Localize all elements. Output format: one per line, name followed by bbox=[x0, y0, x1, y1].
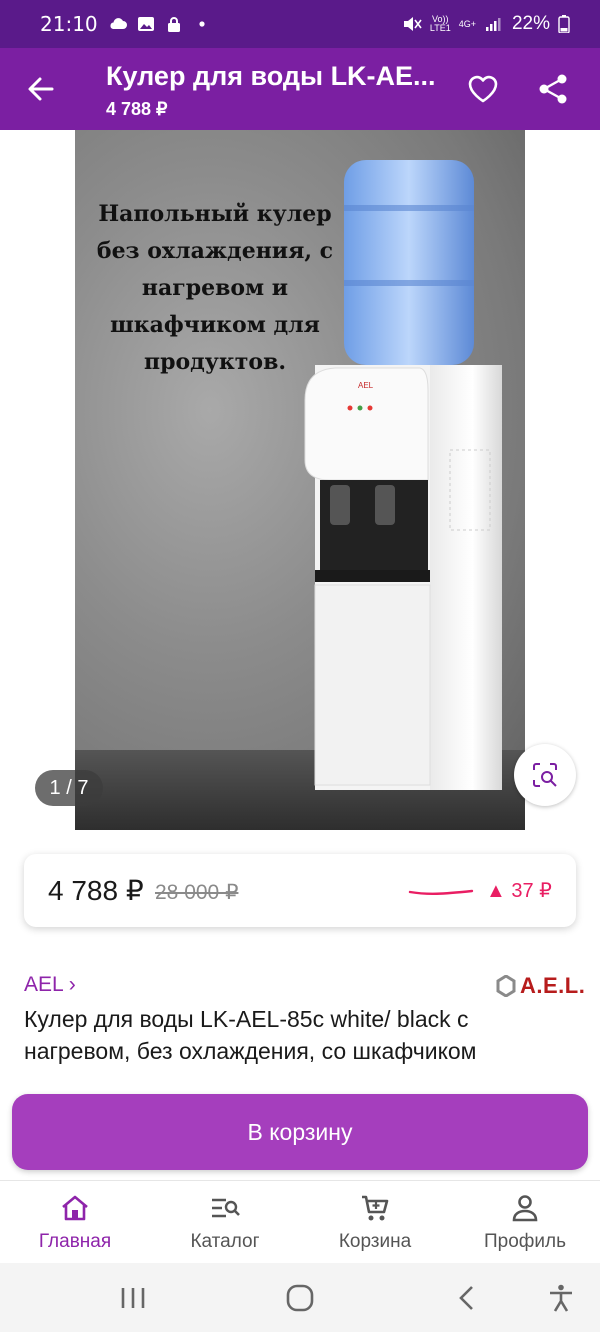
photo-brand-label: AEL bbox=[358, 381, 374, 390]
recent-apps-icon[interactable] bbox=[116, 1283, 150, 1313]
heart-icon[interactable] bbox=[466, 72, 500, 106]
image-icon bbox=[137, 17, 154, 31]
profile-icon bbox=[512, 1195, 538, 1222]
header-price: 4 788 ₽ bbox=[106, 99, 168, 119]
dot-icon bbox=[199, 21, 205, 27]
signal-icon bbox=[485, 18, 501, 31]
price-trend-sparkline bbox=[408, 889, 474, 895]
system-navigation-bar bbox=[0, 1263, 600, 1332]
catalog-search-icon bbox=[212, 1198, 240, 1218]
nav-item-cart[interactable]: Корзина bbox=[300, 1181, 450, 1263]
nav-item-profile[interactable]: Профиль bbox=[450, 1181, 600, 1263]
status-notification-icons bbox=[108, 16, 212, 32]
nav-label-home: Главная bbox=[38, 1231, 112, 1252]
page-title: Кулер для воды LK-AE... bbox=[106, 61, 436, 91]
lte-label: LTE1 bbox=[429, 23, 451, 33]
add-to-cart-button[interactable]: В корзину bbox=[12, 1094, 588, 1170]
home-button-icon[interactable] bbox=[283, 1283, 317, 1313]
brand-logo[interactable]: A.E.L. bbox=[496, 973, 585, 999]
price-change-badge: ▲ 37 ₽ bbox=[486, 880, 552, 902]
brand-logo-hex-icon bbox=[496, 975, 516, 997]
mute-icon bbox=[403, 17, 422, 31]
nav-label-cart: Корзина bbox=[338, 1231, 412, 1252]
visual-search-button[interactable] bbox=[514, 744, 576, 806]
current-price: 4 788 ₽ bbox=[48, 875, 144, 906]
accessibility-icon[interactable] bbox=[544, 1283, 578, 1313]
home-icon bbox=[62, 1195, 88, 1221]
nav-item-catalog[interactable]: Каталог bbox=[150, 1181, 300, 1263]
water-cooler-illustration: AEL bbox=[304, 160, 502, 790]
product-photo[interactable]: Напольный кулер без охлаждения, с нагрев… bbox=[75, 130, 525, 830]
system-back-icon[interactable] bbox=[450, 1283, 484, 1313]
volte-indicator: Vo)) LTE1 bbox=[430, 15, 451, 33]
brand-logo-text: A.E.L. bbox=[520, 973, 586, 998]
status-bar: 21:10 Vo)) LTE1 4G+ 22% bbox=[0, 0, 600, 48]
lock-icon bbox=[167, 17, 180, 32]
battery-percent: 22% bbox=[511, 13, 550, 34]
app-header: Кулер для воды LK-AE... 4 788 ₽ bbox=[0, 48, 600, 130]
cloud-icon bbox=[110, 18, 127, 29]
price-card[interactable]: 4 788 ₽ 28 000 ₽ ▲ 37 ₽ bbox=[24, 854, 576, 927]
data-type-label: 4G+ bbox=[458, 18, 476, 29]
product-name: Кулер для воды LK-AEL-85c white/ black с… bbox=[24, 1006, 477, 1064]
product-gallery[interactable]: Напольный кулер без охлаждения, с нагрев… bbox=[0, 130, 600, 830]
status-system-icons: Vo)) LTE1 4G+ 22% bbox=[402, 13, 570, 35]
share-icon[interactable] bbox=[536, 72, 570, 106]
cart-icon bbox=[362, 1195, 389, 1221]
bottom-navigation: Главная Каталог Корзина Профиль bbox=[0, 1180, 600, 1263]
back-arrow-icon[interactable] bbox=[22, 70, 60, 108]
nav-label-catalog: Каталог bbox=[190, 1231, 260, 1252]
brand-link[interactable]: AEL › bbox=[24, 973, 76, 997]
battery-icon bbox=[558, 15, 570, 33]
gallery-counter: 1 / 7 bbox=[35, 770, 103, 806]
nav-label-profile: Профиль bbox=[483, 1231, 567, 1252]
visual-search-icon bbox=[533, 763, 557, 787]
old-price: 28 000 ₽ bbox=[155, 881, 239, 904]
status-time: 21:10 bbox=[40, 12, 98, 36]
nav-item-home[interactable]: Главная bbox=[0, 1181, 150, 1263]
